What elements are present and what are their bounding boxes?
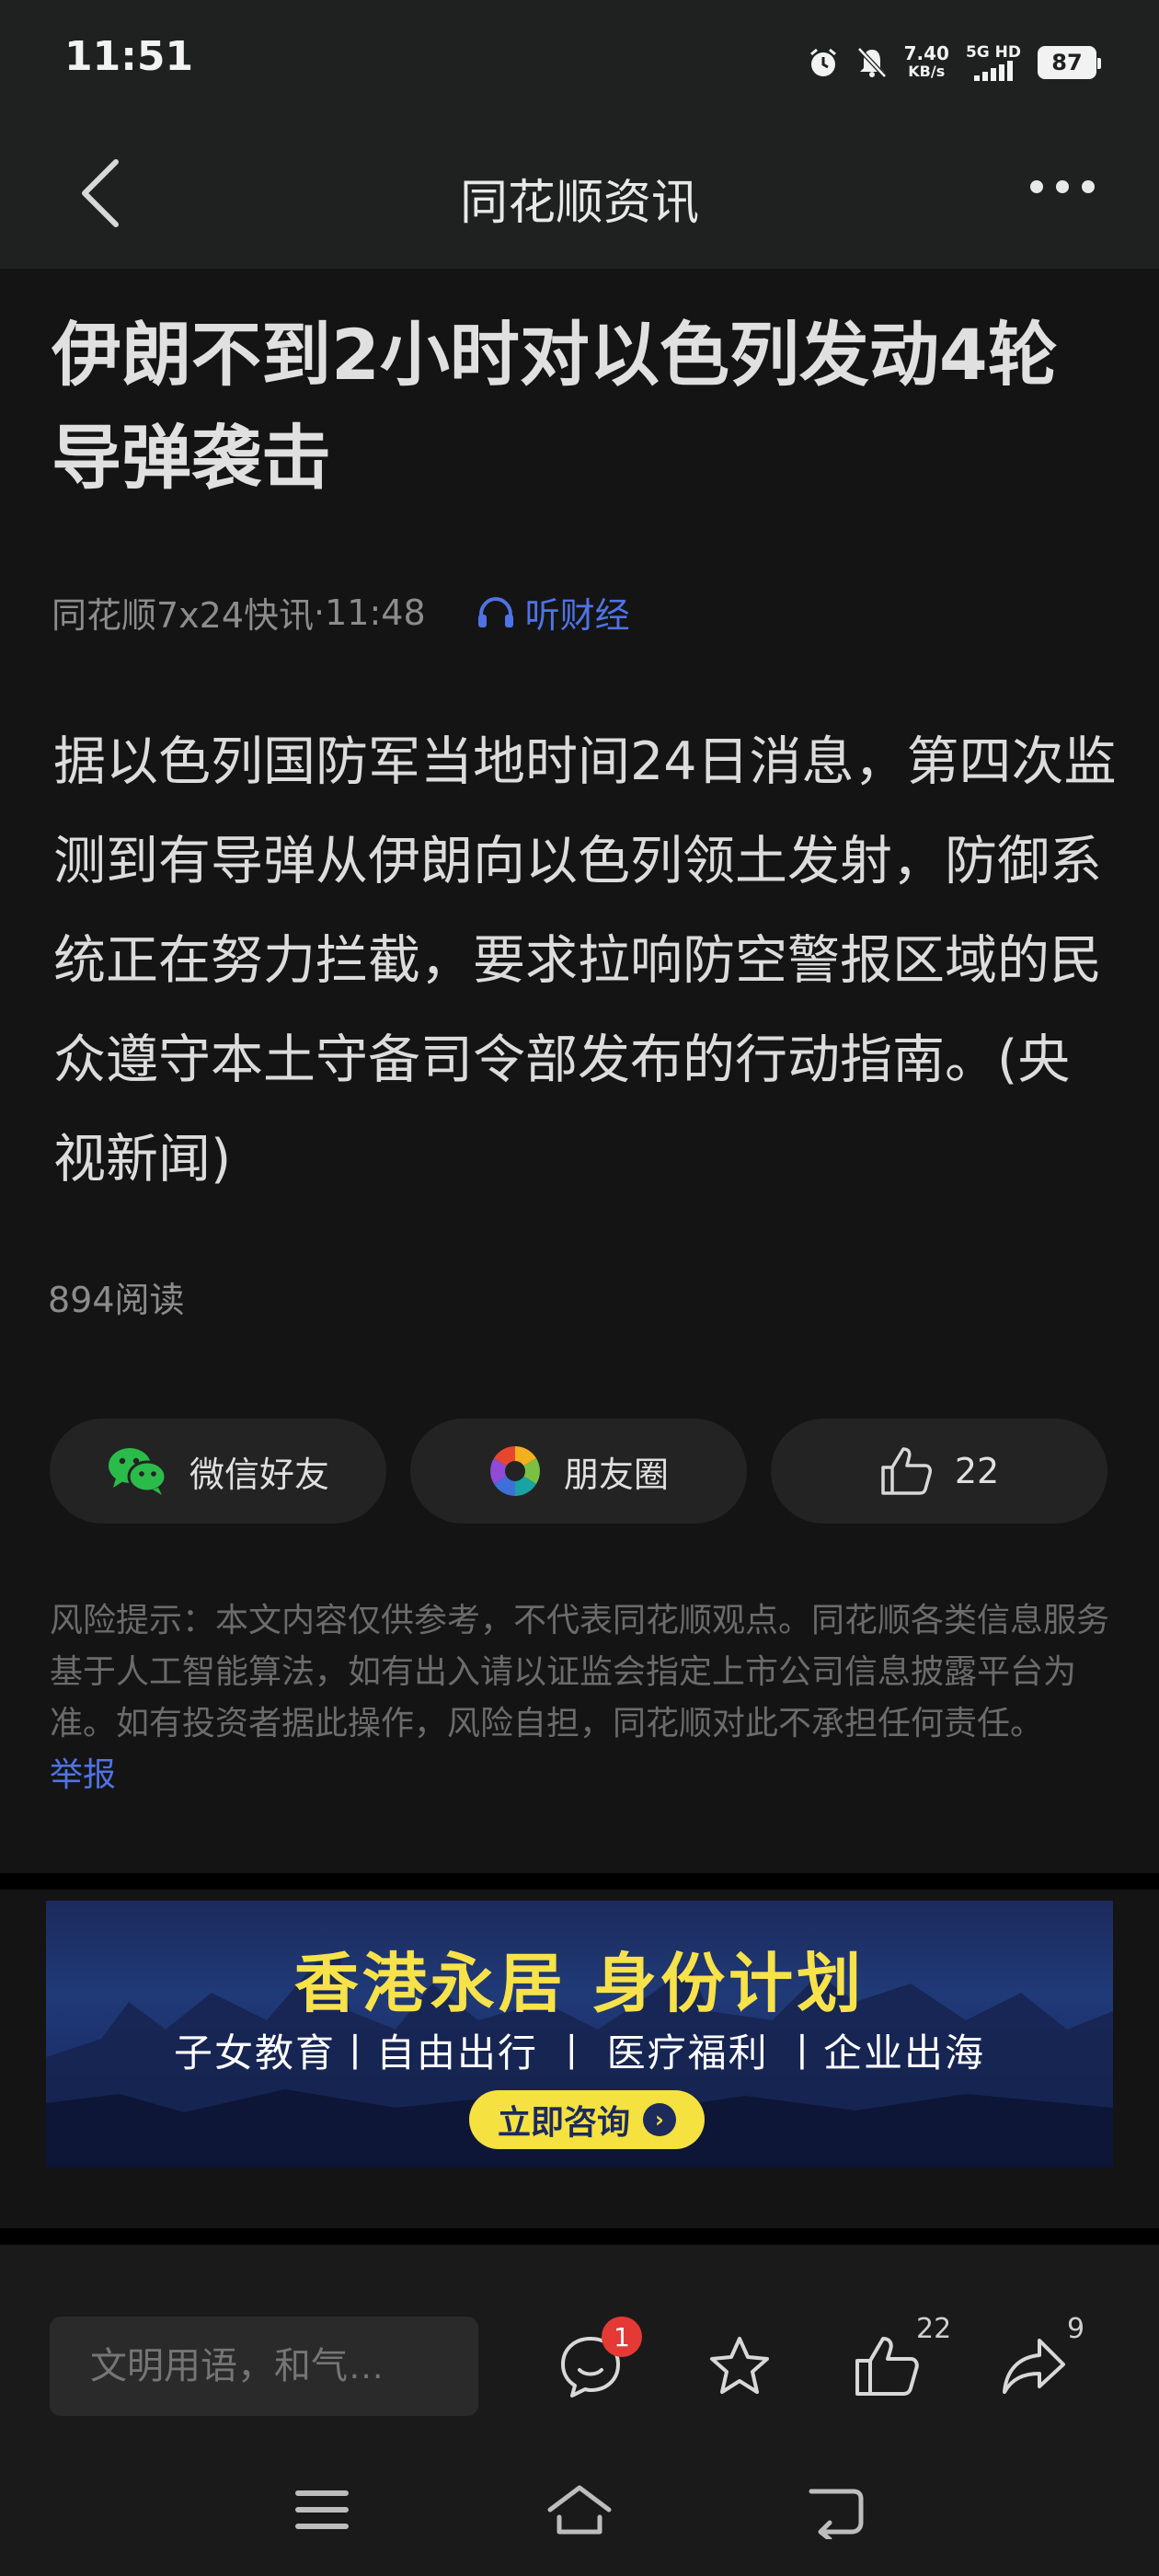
comment-badge: 1: [602, 2317, 642, 2357]
battery-level: 87: [1051, 50, 1083, 75]
system-navigation-bar: [0, 2440, 1159, 2576]
article-meta: 同花顺7x24快讯 · 11:48 听财经: [52, 587, 630, 638]
net-speed: 7.40 KB/s: [904, 44, 949, 81]
share-moments-label: 朋友圈: [563, 1454, 669, 1495]
thumbs-up-icon: [855, 2337, 919, 2396]
bottom-like-count: 22: [916, 2313, 952, 2345]
ad-cta-button[interactable]: 立即咨询 ›: [469, 2090, 705, 2149]
report-link[interactable]: 举报: [50, 1756, 116, 1794]
bottom-like-button[interactable]: [848, 2328, 925, 2405]
net-speed-unit: KB/s: [908, 63, 946, 80]
alarm-icon: [809, 48, 836, 76]
recent-apps-button[interactable]: [285, 2480, 359, 2539]
listen-button[interactable]: 听财经: [476, 587, 630, 638]
article-source: 同花顺7x24快讯: [52, 595, 315, 636]
share-moments-button[interactable]: 朋友圈: [410, 1419, 747, 1524]
share-wechat-label: 微信好友: [189, 1454, 329, 1495]
network-indicator: 5G HD: [966, 44, 1021, 81]
section-divider-bottom: [0, 2228, 1159, 2245]
return-arrow-icon: [809, 2489, 864, 2542]
mute-bell-icon: [856, 47, 887, 78]
system-back-button[interactable]: [798, 2480, 872, 2542]
moments-icon: [489, 1446, 540, 1496]
read-count: 894阅读: [48, 1280, 185, 1320]
status-time: 11:51: [64, 33, 194, 80]
ad-title: 香港永居 身份计划: [293, 1946, 866, 2021]
menu-lines-icon: [295, 2490, 349, 2529]
article-headline: 伊朗不到2小时对以色列发动4轮导弹袭击: [52, 314, 1058, 499]
more-button[interactable]: [1030, 180, 1095, 193]
network-label: 5G HD: [965, 43, 1021, 62]
top-bar: 11:51 7.40 KB/s 5G HD 87 同花顺资讯: [0, 0, 1159, 269]
risk-disclaimer: 风险提示：本文内容仅供参考，不代表同花顺观点。同花顺各类信息服务基于人工智能算法…: [50, 1595, 1117, 1801]
ad-banner[interactable]: 香港永居 身份计划 子女教育丨自由出行 丨 医疗福利 丨企业出海 立即咨询 ›: [46, 1901, 1113, 2168]
bottom-action-bar: 1 22 9: [0, 2245, 1159, 2440]
section-divider: [0, 1873, 1159, 1890]
signal-icon: [973, 61, 1013, 81]
thumbs-up-icon: [881, 1447, 932, 1495]
share-count: 9: [1067, 2313, 1085, 2345]
ad-subtitle: 子女教育丨自由出行 丨 医疗福利 丨企业出海: [173, 2030, 986, 2076]
wechat-icon: [108, 1448, 167, 1495]
more-dots-icon: [1030, 180, 1095, 193]
article-body: 据以色列国防军当地时间24日消息，第四次监测到有导弹从伊朗向以色列领土发射，防御…: [53, 731, 1117, 1190]
star-icon: [710, 2337, 769, 2394]
comment-input[interactable]: [50, 2317, 478, 2416]
share-button[interactable]: [995, 2328, 1073, 2405]
share-wechat-button[interactable]: 微信好友: [50, 1419, 386, 1524]
risk-text: 风险提示：本文内容仅供参考，不代表同花顺观点。同花顺各类信息服务基于人工智能算法…: [50, 1602, 1110, 1742]
status-icons: 7.40 KB/s 5G HD 87: [807, 37, 1101, 88]
home-button[interactable]: [543, 2480, 616, 2539]
battery-icon: 87: [1038, 46, 1101, 79]
home-icon: [547, 2485, 612, 2535]
page-title: 同花顺资讯: [459, 176, 699, 231]
like-count: 22: [954, 1451, 1000, 1491]
net-speed-value: 7.40: [903, 42, 949, 64]
meta-separator: ·: [314, 592, 326, 633]
headphones-icon: [477, 596, 513, 627]
favorite-button[interactable]: [701, 2328, 778, 2405]
share-arrow-icon: [1003, 2339, 1065, 2394]
listen-label: 听财经: [524, 595, 630, 636]
like-button[interactable]: 22: [771, 1419, 1107, 1524]
article-time: 11:48: [325, 592, 426, 633]
ad-cta-label: 立即咨询: [497, 2104, 630, 2142]
arrow-right-icon: ›: [643, 2103, 676, 2136]
share-row: 微信好友 朋友圈 22: [50, 1419, 1107, 1524]
